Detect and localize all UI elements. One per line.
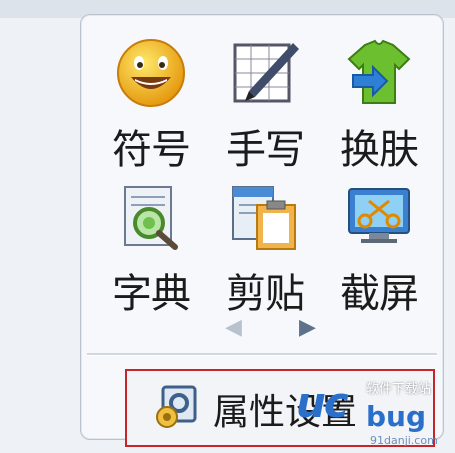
tool-screenshot[interactable]: 截屏	[321, 181, 431, 321]
tool-clipboard[interactable]: 剪贴	[207, 181, 317, 321]
tool-label: 换肤	[340, 127, 419, 173]
page-arrows: ◀ ▶	[213, 315, 323, 345]
next-page-arrow-icon[interactable]: ▶	[299, 315, 316, 340]
watermark-tag: 软件下载站	[366, 382, 432, 397]
tool-label: 符号	[112, 127, 191, 173]
tool-label: 字典	[112, 271, 191, 317]
prev-page-arrow-icon[interactable]: ◀	[225, 315, 242, 340]
settings-gear-icon	[156, 385, 197, 428]
divider	[87, 353, 437, 356]
tool-symbols[interactable]: 符号	[93, 37, 203, 177]
watermark: uc 软件下载站 bug 91danji.com	[296, 378, 446, 447]
tool-skin[interactable]: 换肤	[321, 37, 431, 177]
watermark-tail: bug	[366, 400, 427, 433]
tool-label: 截屏	[340, 271, 419, 317]
screenshot-icon	[348, 188, 410, 243]
tool-handwriting[interactable]: 手写	[207, 37, 317, 177]
tool-label: 手写	[226, 127, 305, 173]
shirt-skin-icon	[347, 39, 411, 104]
dictionary-search-icon	[124, 186, 178, 250]
tool-label: 剪贴	[226, 271, 305, 317]
tool-dictionary[interactable]: 字典	[93, 181, 203, 321]
smiley-icon	[117, 39, 185, 107]
clipboard-icon	[232, 186, 296, 250]
watermark-brand: uc	[296, 378, 349, 427]
toolbox-panel: 符号 手写 换肤 字典 剪贴 截屏 ◀ ▶ 属性设置	[80, 14, 444, 447]
pen-pad-icon	[233, 43, 299, 103]
watermark-url: 91danji.com	[370, 434, 438, 447]
